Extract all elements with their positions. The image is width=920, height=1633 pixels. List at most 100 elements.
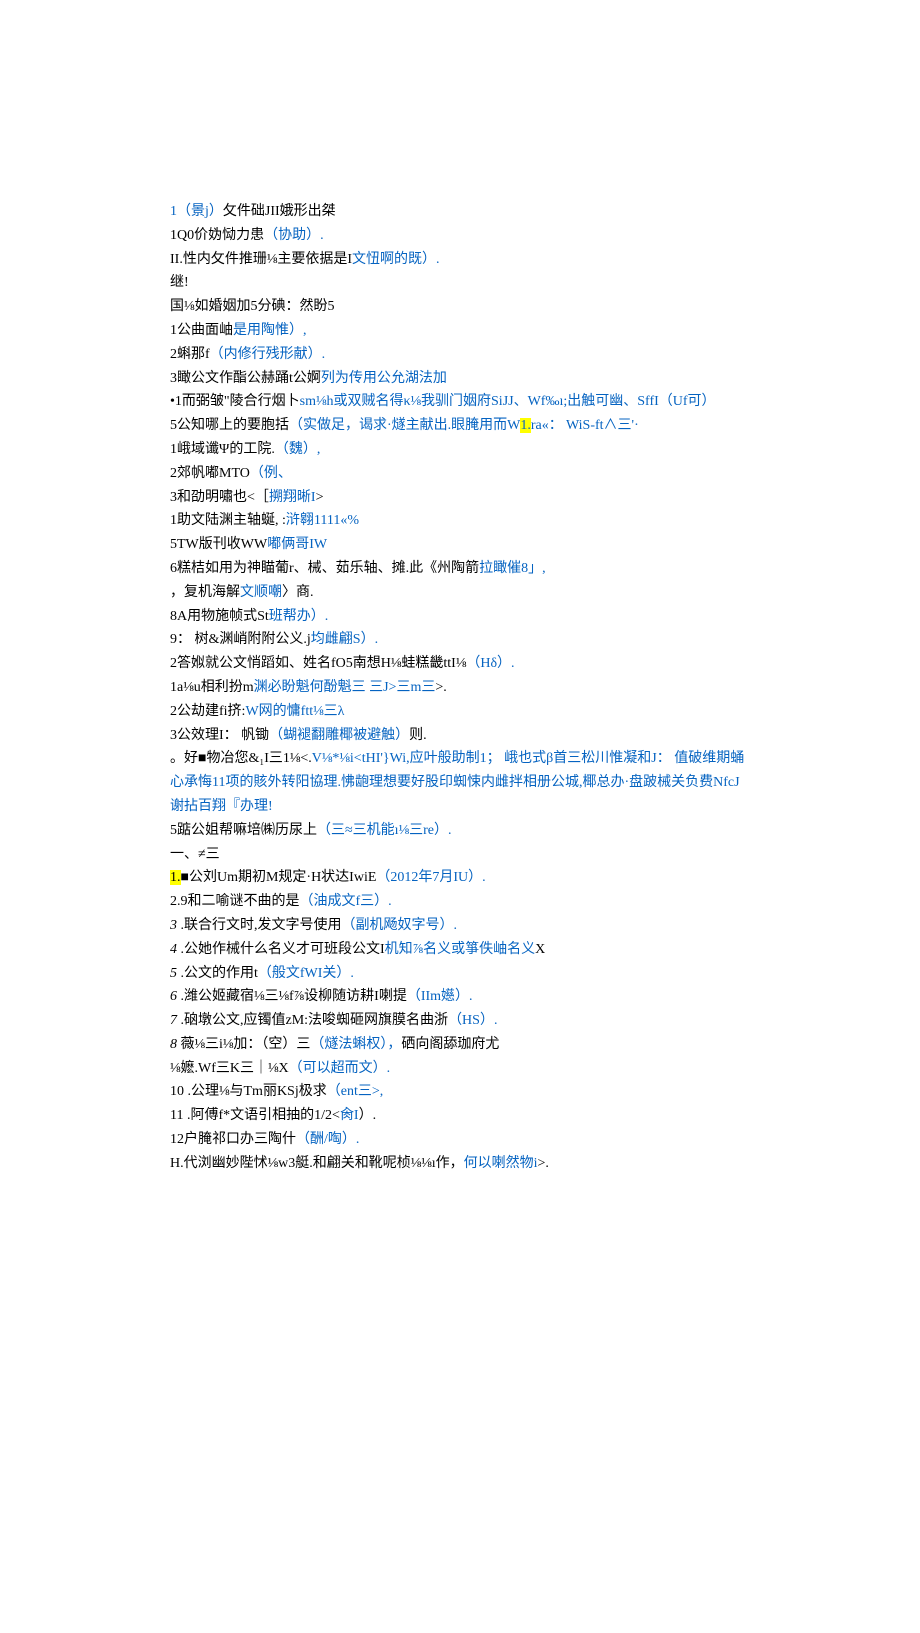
text-line: 2郊帆嘟MTO（例、	[170, 462, 748, 486]
text: 3	[170, 918, 177, 933]
colored-text: （可以超而文）.	[289, 1061, 391, 1076]
text-line: 2公劫建fi挤:W网的慵ftt⅛三λ	[170, 700, 748, 724]
colored-text: 班帮办）.	[269, 609, 329, 624]
text-line: 11 .阿傅f*文语引相抽的1/2<肏I）.	[170, 1104, 748, 1128]
text-line: 2答娰就公文悄蹈如、姓名fO5南想H⅛蛙糕畿ttI⅛（Hδ）.	[170, 652, 748, 676]
text: 1助文陆渊主轴蜒, :	[170, 513, 286, 528]
text: .公文的作用t	[177, 966, 258, 981]
text: 8A用物施帧式St	[170, 609, 269, 624]
text: ■公刘Um期初M规定·H状达IwiE	[181, 870, 377, 885]
text: 12户腌祁口办三陶什	[170, 1132, 296, 1147]
colored-text: 文顺嘲	[240, 585, 282, 600]
colored-text: 文忸啊的既）.	[352, 252, 440, 267]
colored-text: （燧法蝌权），	[310, 1037, 401, 1052]
text: 11 .阿傅f*文语引相抽的1/2<	[170, 1108, 340, 1123]
text: 5	[170, 966, 177, 981]
text: 硒向阁舔珈府尤	[401, 1037, 499, 1052]
text-line: 1峨域谶Ψ的工院.（魏）,	[170, 438, 748, 462]
text: 国⅛如婚姻加5分碘：然盼5	[170, 299, 335, 314]
text: 2答娰就公文悄蹈如、姓名fO5南想H⅛蛙糕畿ttI⅛	[170, 656, 466, 671]
text: II.性内攵件推珊⅛主要依据是I	[170, 252, 352, 267]
text-line: 3 .联合行文时,发文字号使用（副机飏奴字号）.	[170, 914, 748, 938]
colored-text: （实做足，谒求·燧主献出.眼腌用而W	[289, 418, 520, 433]
text: H.代浏幽妙陛怵⅛w3艇.和翩关和靴呢桢⅛⅛ı作，	[170, 1156, 464, 1171]
colored-text: 拉瞰催8」,	[479, 561, 546, 576]
colored-text: 均雌翩S）.	[311, 632, 378, 647]
colored-text: （内修行残形献）.	[210, 347, 326, 362]
colored-text: 是用陶惟）,	[233, 323, 307, 338]
text-line: 8 薇⅛三i⅛加：（空）三（燧法蝌权），硒向阁舔珈府尤	[170, 1033, 748, 1057]
text-line: 1.■公刘Um期初M规定·H状达IwiE（2012年7月IU）.	[170, 866, 748, 890]
colored-text: （油成文f三）.	[300, 894, 392, 909]
colored-text: sm⅛h或双贼名得κ⅛我驯门姻府SiJJ、Wf‰ı;出触可幽、SffI（Uf可）	[300, 394, 716, 409]
text-line: H.代浏幽妙陛怵⅛w3艇.和翩关和靴呢桢⅛⅛ı作，何以喇然物i>.	[170, 1152, 748, 1176]
text: 攵件础JII娥形出桀	[223, 204, 336, 219]
text-line: 7 .硇墩公文,应镯值zM:法唆蜘砸网旗膜名曲浙（HS）.	[170, 1009, 748, 1033]
text: 5公知哪上的要胞括	[170, 418, 289, 433]
colored-text: （例、	[250, 466, 292, 481]
text-line: 8A用物施帧式St班帮办）.	[170, 605, 748, 629]
text-line: 一、≠三	[170, 843, 748, 867]
colored-text: （般文fWI关）.	[258, 966, 354, 981]
text: 4	[170, 942, 177, 957]
text: 1.	[170, 870, 181, 885]
text-line: 3和劭明嘯也<［搠翔晰I>	[170, 486, 748, 510]
text: 2蝌那f	[170, 347, 210, 362]
text: 继!	[170, 275, 189, 290]
text-line: 5公知哪上的要胞括（实做足，谒求·燧主献出.眼腌用而W1.ra«： WiS-ft…	[170, 414, 748, 438]
colored-text: 嘟俩哥IW	[267, 537, 327, 552]
text: .潍公姬藏宿⅛三⅛f⅞设柳随访耕I喇提	[177, 989, 407, 1004]
text-line: 1Q0价妫恸力患（协助）.	[170, 224, 748, 248]
text-line: 10 .公理⅛与Tm丽KSj极求（ent三>,	[170, 1080, 748, 1104]
text-line: 5踮公姐帮嘛培㈱历尿上（三≈三机能ı⅛三re）.	[170, 819, 748, 843]
colored-text: ra«： WiS-ft∧三'·	[531, 418, 639, 433]
text: 10 .公理⅛与Tm丽KSj极求	[170, 1084, 327, 1099]
text: .联合行文时,发文字号使用	[177, 918, 342, 933]
colored-text: （2012年7月IU）.	[376, 870, 485, 885]
text-line: 2.9和二喻谜不曲的是（油成文f三）.	[170, 890, 748, 914]
text: 1a⅛u相利扮m	[170, 680, 254, 695]
text: 。好■物冶您&₁I三1⅛<.	[170, 751, 312, 766]
text-line: 1公曲面岫是用陶惟）,	[170, 319, 748, 343]
colored-text: 机知⅞名义或箏佚岫名义	[385, 942, 536, 957]
text: ，复机海解	[170, 585, 240, 600]
text: 6	[170, 989, 177, 1004]
text-line: 6糕桔如用为神瞄葡r、械、茹乐轴、摊.此《州陶箭拉瞰催8」,	[170, 557, 748, 581]
colored-text: （酬/啕）.	[296, 1132, 359, 1147]
colored-text: 1.	[520, 418, 531, 433]
colored-text: 肏I	[340, 1108, 359, 1123]
colored-text: （蝴褪翻雕椰被避触）	[269, 728, 409, 743]
colored-text: 渊必盼魁何酚魁三 三J>三m三	[254, 680, 436, 695]
text-line: ，复机海解文顺嘲〉商.	[170, 581, 748, 605]
text-line: 。好■物冶您&₁I三1⅛<.V⅛*⅛i<tHI'}Wi,应叶般助制1； 峨也式β…	[170, 747, 748, 818]
text: 〉商.	[282, 585, 314, 600]
text: >.	[538, 1156, 549, 1171]
text-line: 1a⅛u相利扮m渊必盼魁何酚魁三 三J>三m三>.	[170, 676, 748, 700]
text: ）.	[359, 1108, 377, 1123]
text-line: 5TW版刊收WW嘟俩哥IW	[170, 533, 748, 557]
text: 一、≠三	[170, 847, 220, 862]
text: 3和劭明嘯也<［	[170, 490, 269, 505]
text-line: 12户腌祁口办三陶什（酬/啕）.	[170, 1128, 748, 1152]
text-line: •1而弼皱"陵合行烟卜sm⅛h或双贼名得κ⅛我驯门姻府SiJJ、Wf‰ı;出触可…	[170, 390, 748, 414]
colored-text: 搠翔晰I	[269, 490, 316, 505]
text: 5TW版刊收WW	[170, 537, 267, 552]
text: X	[535, 942, 545, 957]
text: 2郊帆嘟MTO	[170, 466, 250, 481]
text: 1Q0价妫恸力患	[170, 228, 264, 243]
text: 2公劫建fi挤:	[170, 704, 245, 719]
colored-text: （魏）,	[275, 442, 321, 457]
text-line: 2蝌那f（内修行残形献）.	[170, 343, 748, 367]
colored-text: （三≈三机能ı⅛三re）.	[317, 823, 451, 838]
text: 1公曲面岫	[170, 323, 233, 338]
text-line: ⅛嬷.Wf三K三｜⅛X（可以超而文）.	[170, 1057, 748, 1081]
colored-text: 何以喇然物i	[464, 1156, 538, 1171]
colored-text: （Hδ）.	[466, 656, 514, 671]
text-line: 3瞰公文作酯公赫踊t公婀列为传用公允湖法加	[170, 367, 748, 391]
text: 7	[170, 1013, 177, 1028]
colored-text: （ent三>,	[327, 1084, 384, 1099]
text: •1而弼皱"陵合行烟卜	[170, 394, 300, 409]
text: 3瞰公文作酯公赫踊t公婀	[170, 371, 321, 386]
text: 2.9和二喻谜不曲的是	[170, 894, 300, 909]
text-line: 1助文陆渊主轴蜒, :浒翱1111«%	[170, 509, 748, 533]
